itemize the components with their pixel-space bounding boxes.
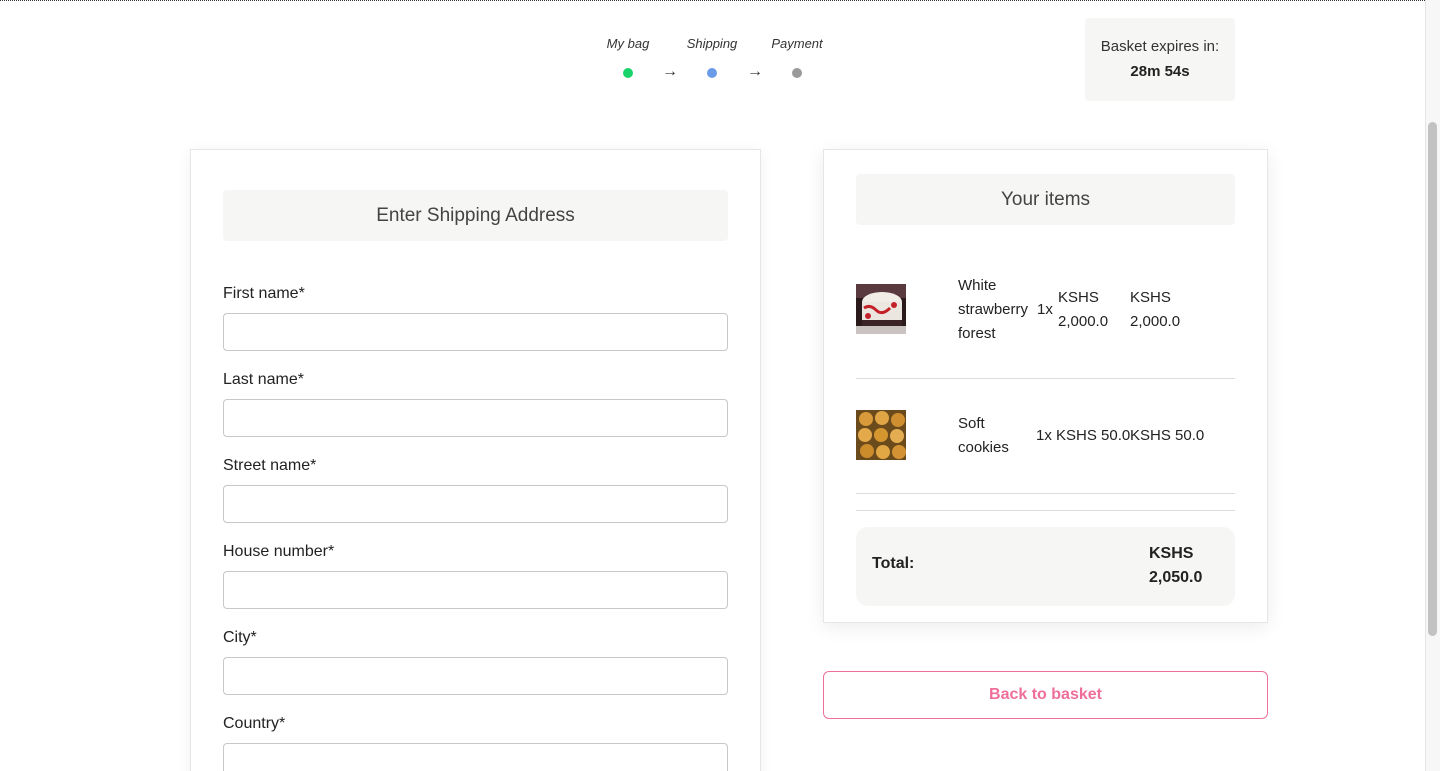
country-input[interactable] xyxy=(223,743,728,771)
city-input[interactable] xyxy=(223,657,728,695)
cart-item-line-total: KSHS 50.0 xyxy=(1130,427,1205,444)
page-scrollbar-thumb[interactable] xyxy=(1428,122,1437,636)
house-number-label: House number* xyxy=(223,543,335,560)
item-divider xyxy=(856,378,1235,379)
arrow-right-icon: → xyxy=(747,63,763,80)
cart-total-label: Total: xyxy=(872,555,915,572)
cart-item-line-total: KSHS 2,000.0 xyxy=(1130,289,1181,330)
cart-items-title: Your items xyxy=(856,174,1235,225)
basket-expiry-box: Basket expires in: 28m 54s xyxy=(1085,18,1235,101)
shipping-form-title: Enter Shipping Address xyxy=(223,190,728,241)
last-name-label: Last name* xyxy=(223,371,304,388)
shipping-form-card: Enter Shipping Address First name* Last … xyxy=(190,149,761,771)
step-label-shipping: Shipping xyxy=(686,36,738,51)
total-divider xyxy=(856,510,1235,511)
cookies-thumbnail xyxy=(856,410,906,460)
last-name-input[interactable] xyxy=(223,399,728,437)
basket-expiry-timer: 28m 54s xyxy=(1130,63,1190,80)
cart-total-box: Total: KSHS 2,050.0 xyxy=(856,527,1235,606)
city-label: City* xyxy=(223,629,257,646)
cart-item-quantity: 1x xyxy=(1037,301,1053,318)
cake-thumbnail xyxy=(856,284,906,334)
item-divider xyxy=(856,493,1235,494)
step-dot-shipping xyxy=(707,68,717,78)
street-name-label: Street name* xyxy=(223,457,317,474)
arrow-right-icon: → xyxy=(662,63,678,80)
step-dot-my-bag xyxy=(623,68,633,78)
basket-expiry-label: Basket expires in: xyxy=(1100,38,1220,55)
first-name-label: First name* xyxy=(223,285,305,302)
step-label-payment: Payment xyxy=(771,36,823,51)
top-border xyxy=(0,0,1425,2)
step-dot-payment xyxy=(792,68,802,78)
cart-item-name: White strawberry forest xyxy=(958,277,1029,342)
cart-item-quantity: 1x xyxy=(1036,427,1052,444)
house-number-input[interactable] xyxy=(223,571,728,609)
first-name-input[interactable] xyxy=(223,313,728,351)
back-to-basket-button[interactable]: Back to basket xyxy=(823,671,1268,719)
cart-item-unit-price: KSHS 2,000.0 xyxy=(1058,289,1109,330)
cart-total-value: KSHS 2,050.0 xyxy=(1149,545,1203,586)
country-label: Country* xyxy=(223,715,286,732)
street-name-input[interactable] xyxy=(223,485,728,523)
cart-item-unit-price: KSHS 50.0 xyxy=(1056,427,1131,444)
cart-items-card: Your items White strawberry forest 1x KS… xyxy=(823,149,1268,623)
cart-item-name: Soft cookies xyxy=(958,415,1009,456)
step-label-my-bag: My bag xyxy=(606,36,650,51)
